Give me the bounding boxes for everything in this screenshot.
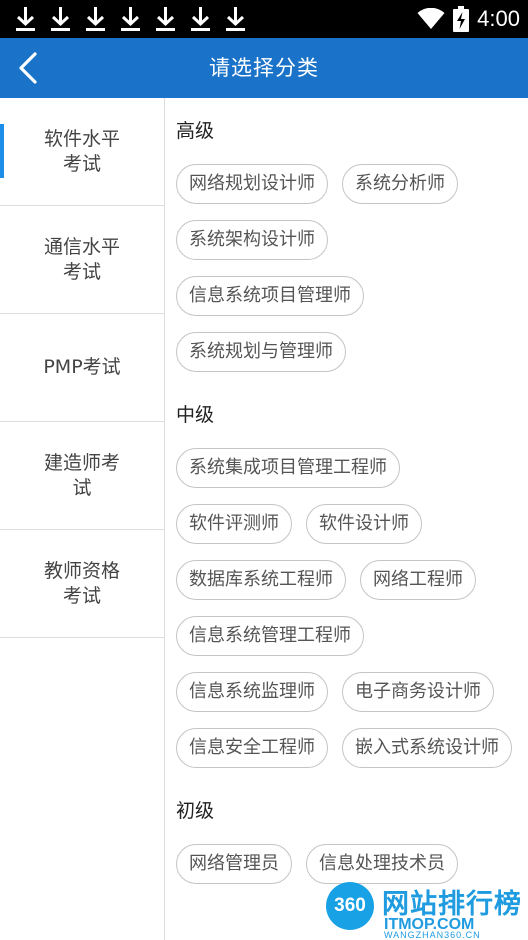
chip-is-management-engineer[interactable]: 信息系统管理工程师	[176, 616, 364, 656]
chip-embedded-designer[interactable]: 嵌入式系统设计师	[342, 728, 512, 768]
download-icon	[121, 7, 140, 31]
watermark: 360 网站排行榜 ITMOP.COM WANGZHAN360.CN	[320, 878, 528, 940]
chip-group-intermediate: 系统集成项目管理工程师 软件评测师 软件设计师 数据库系统工程师 网络工程师 信…	[176, 448, 528, 768]
back-button[interactable]	[16, 48, 60, 88]
chip-network-admin[interactable]: 网络管理员	[176, 844, 292, 884]
app-header: 请选择分类	[0, 38, 528, 98]
status-right: 4:00	[417, 4, 520, 34]
sidebar-item-label: PMP考试	[43, 356, 121, 378]
download-notifications	[14, 4, 247, 34]
chip-software-tester[interactable]: 软件评测师	[176, 504, 292, 544]
chip-database-engineer[interactable]: 数据库系统工程师	[176, 560, 346, 600]
chip-system-analyst[interactable]: 系统分析师	[342, 164, 458, 204]
chip-integration-pm-engineer[interactable]: 系统集成项目管理工程师	[176, 448, 400, 488]
chip-is-supervisor[interactable]: 信息系统监理师	[176, 672, 328, 712]
watermark-subdomain: WANGZHAN360.CN	[384, 930, 481, 940]
section-title-advanced: 高级	[176, 120, 215, 142]
sidebar-item-label: 软件水平考试	[43, 127, 120, 175]
chip-system-architect[interactable]: 系统架构设计师	[176, 220, 328, 260]
sidebar-item-label: 通信水平考试	[43, 235, 120, 283]
chip-system-planning-manager[interactable]: 系统规划与管理师	[176, 332, 346, 372]
wifi-icon	[417, 8, 445, 29]
chip-network-engineer[interactable]: 网络工程师	[360, 560, 476, 600]
chevron-left-icon	[19, 52, 37, 84]
page-title: 请选择分类	[209, 56, 319, 80]
sidebar-item-communication[interactable]: 通信水平考试	[0, 206, 164, 314]
battery-charging-icon	[453, 6, 470, 32]
sidebar-item-teacher[interactable]: 教师资格考试	[0, 530, 164, 638]
download-icon	[191, 7, 210, 31]
sidebar-item-constructor[interactable]: 建造师考试	[0, 422, 164, 530]
sidebar-item-software[interactable]: 软件水平考试	[0, 98, 164, 206]
watermark-badge: 360	[326, 882, 374, 930]
section-title-intermediate: 中级	[176, 404, 215, 426]
chip-network-planning-designer[interactable]: 网络规划设计师	[176, 164, 328, 204]
download-icon	[156, 7, 175, 31]
sidebar-item-label: 教师资格考试	[43, 559, 120, 607]
download-icon	[86, 7, 105, 31]
subcategory-panel: 高级 网络规划设计师 系统分析师 系统架构设计师 信息系统项目管理师 系统规划与…	[176, 98, 528, 940]
chip-group-advanced: 网络规划设计师 系统分析师 系统架构设计师 信息系统项目管理师 系统规划与管理师	[176, 164, 528, 372]
status-bar: 4:00	[0, 0, 528, 38]
chip-security-engineer[interactable]: 信息安全工程师	[176, 728, 328, 768]
chip-is-project-manager[interactable]: 信息系统项目管理师	[176, 276, 364, 316]
download-icon	[16, 7, 35, 31]
chip-ecommerce-designer[interactable]: 电子商务设计师	[342, 672, 494, 712]
download-icon	[226, 7, 245, 31]
download-icon	[51, 7, 70, 31]
status-time: 4:00	[477, 6, 520, 31]
section-title-junior: 初级	[176, 800, 215, 822]
category-sidebar: 软件水平考试 通信水平考试 PMP考试 建造师考试 教师资格考试	[0, 98, 165, 940]
sidebar-item-label: 建造师考试	[43, 451, 120, 499]
sidebar-item-pmp[interactable]: PMP考试	[0, 314, 164, 422]
chip-software-designer[interactable]: 软件设计师	[306, 504, 422, 544]
